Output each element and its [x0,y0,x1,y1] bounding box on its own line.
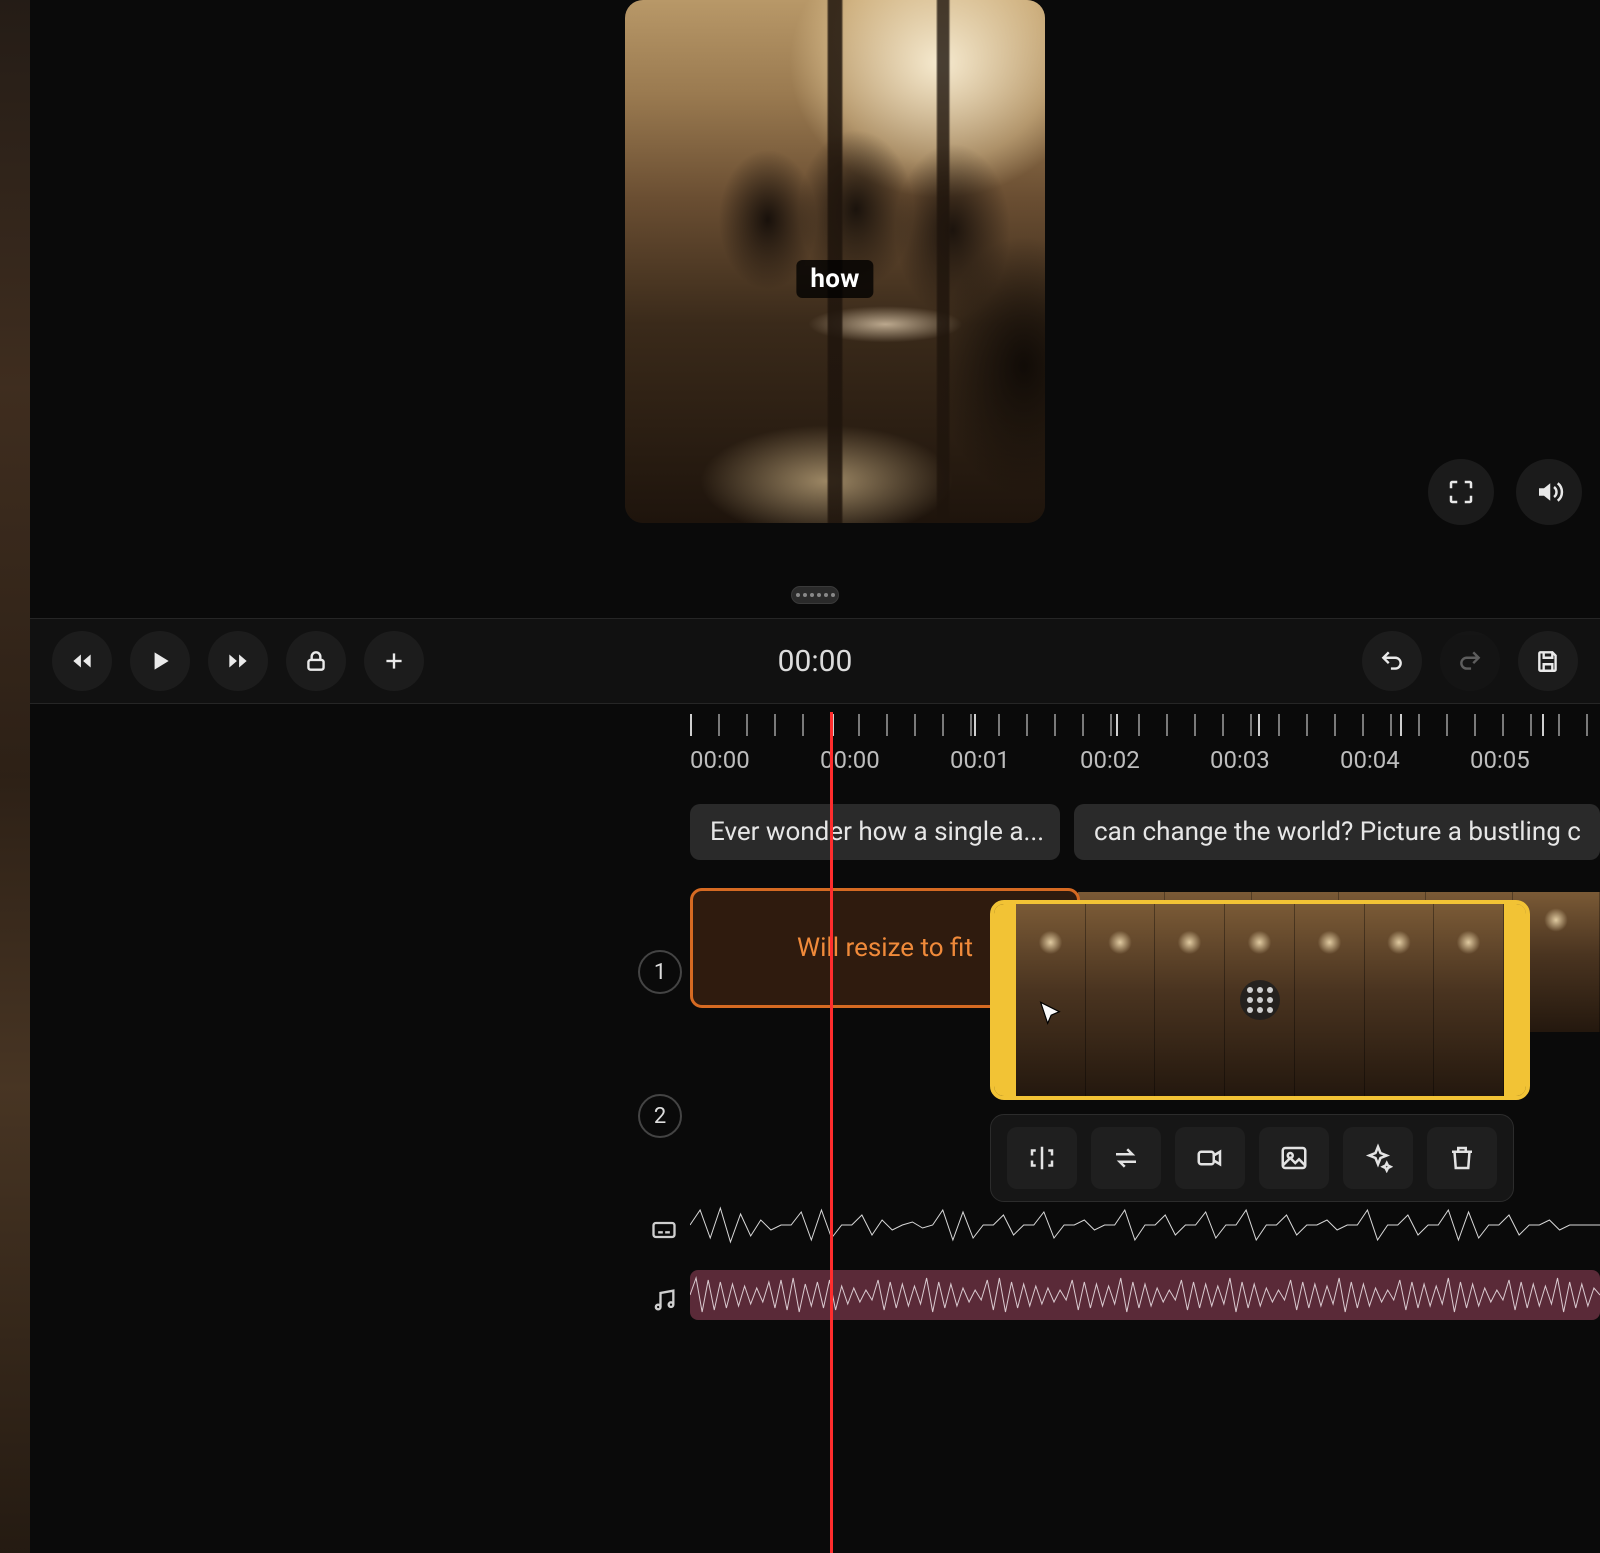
voice-waveform[interactable] [690,1200,1600,1250]
undo-icon [1379,648,1405,674]
music-track-icon[interactable] [648,1284,680,1316]
ruler-labels: 00:00 00:00 00:01 00:02 00:03 00:04 00:0… [690,746,1600,774]
selected-clip[interactable] [990,900,1530,1100]
ruler-ticks-major [690,714,1600,736]
timeline-panel: 00:00 00:00 00:01 00:02 00:03 00:04 00:0… [30,704,1600,1553]
subtitle-track-icon[interactable] [648,1214,680,1246]
clip-thumbnail [1086,904,1156,1096]
clip-trim-handle-right[interactable] [1504,904,1526,1096]
music-icon [650,1286,678,1314]
rewind-icon [69,648,95,674]
add-button[interactable] [364,631,424,691]
volume-button[interactable] [1516,459,1582,525]
fullscreen-icon [1446,477,1476,507]
plus-icon [381,648,407,674]
track-number-2[interactable]: 2 [638,1094,682,1138]
caption-track: Ever wonder how a single a... can change… [690,804,1600,860]
preview-area: how [30,0,1600,595]
redo-button[interactable] [1440,631,1500,691]
ruler-label: 00:03 [1210,746,1340,774]
split-icon [1027,1143,1057,1173]
playhead[interactable] [830,712,833,1553]
caption-clip[interactable]: can change the world? Picture a bustling… [1074,804,1600,860]
ruler-label: 00:00 [820,746,950,774]
undo-button[interactable] [1362,631,1422,691]
left-film-strip [0,0,30,1553]
ruler-label: 00:05 [1470,746,1600,774]
swap-button[interactable] [1091,1127,1161,1189]
transport-toolbar: 00:00 [30,618,1600,704]
play-icon [147,648,173,674]
lock-icon [303,648,329,674]
ruler-label: 00:02 [1080,746,1210,774]
subtitle-icon [650,1216,678,1244]
fast-forward-icon [225,648,251,674]
video-icon [1195,1143,1225,1173]
timeline-ruler[interactable]: 00:00 00:00 00:01 00:02 00:03 00:04 00:0… [690,714,1600,784]
lock-button[interactable] [286,631,346,691]
ruler-label: 00:00 [690,746,820,774]
save-icon [1535,648,1561,674]
swap-icon [1111,1143,1141,1173]
clip-thumbnail [1295,904,1365,1096]
ruler-label: 00:01 [950,746,1080,774]
save-button[interactable] [1518,631,1578,691]
video-button[interactable] [1175,1127,1245,1189]
split-clip-button[interactable] [1007,1127,1077,1189]
sparkle-button[interactable] [1343,1127,1413,1189]
redo-icon [1457,648,1483,674]
image-button[interactable] [1259,1127,1329,1189]
ruler-label: 00:04 [1340,746,1470,774]
timecode-display: 00:00 [778,644,853,679]
clip-thumbnail [1365,904,1435,1096]
caption-clip[interactable]: Ever wonder how a single a... [690,804,1060,860]
clip-drag-grip[interactable] [1240,980,1280,1020]
track-number-1[interactable]: 1 [638,950,682,994]
sparkle-icon [1363,1143,1393,1173]
fullscreen-button[interactable] [1428,459,1494,525]
clip-trim-handle-left[interactable] [994,904,1016,1096]
music-waveform[interactable] [690,1270,1600,1320]
resize-drop-label: Will resize to fit [797,933,973,963]
waveform-graphic [690,1270,1600,1320]
play-button[interactable] [130,631,190,691]
panel-drag-handle[interactable] [791,586,839,604]
rewind-button[interactable] [52,631,112,691]
clip-context-toolbar [990,1114,1514,1202]
fast-forward-button[interactable] [208,631,268,691]
cursor-pointer-icon [1036,1000,1064,1028]
volume-icon [1534,477,1564,507]
preview-frame: how [625,0,1045,523]
trash-icon [1447,1143,1477,1173]
preview-caption-word: how [796,260,873,298]
delete-clip-button[interactable] [1427,1127,1497,1189]
image-icon [1279,1143,1309,1173]
clip-thumbnail [1434,904,1504,1096]
waveform-graphic [690,1200,1600,1250]
clip-thumbnail [1155,904,1225,1096]
